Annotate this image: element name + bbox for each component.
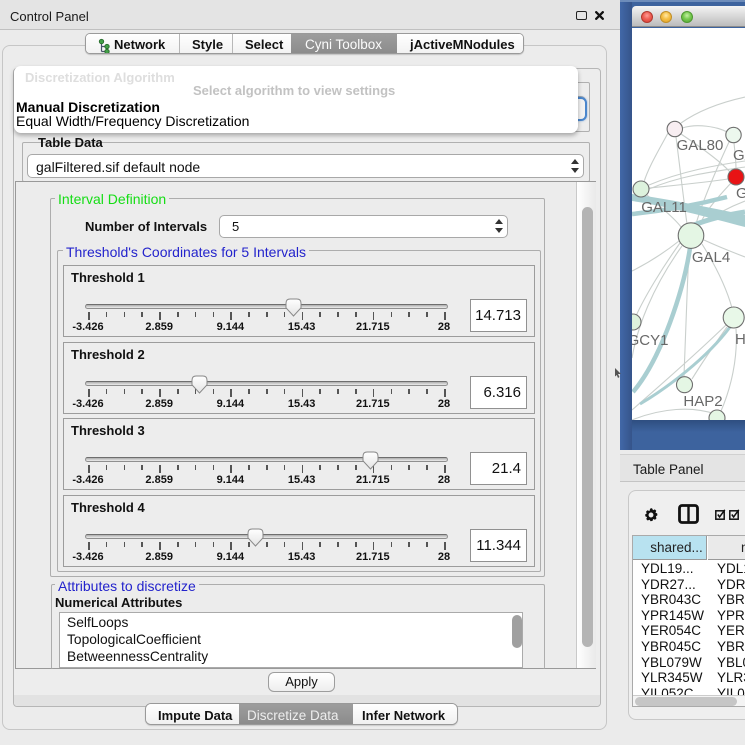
svg-text:GA: GA bbox=[733, 147, 745, 164]
svg-text:GAL4: GAL4 bbox=[692, 249, 730, 266]
svg-text:GAL80: GAL80 bbox=[677, 137, 724, 154]
svg-text:GCY1: GCY1 bbox=[632, 332, 668, 349]
svg-text:H: H bbox=[735, 331, 745, 348]
svg-text:HAP2: HAP2 bbox=[683, 393, 722, 410]
svg-text:GAL11: GAL11 bbox=[641, 199, 687, 216]
svg-text:G: G bbox=[736, 185, 745, 202]
